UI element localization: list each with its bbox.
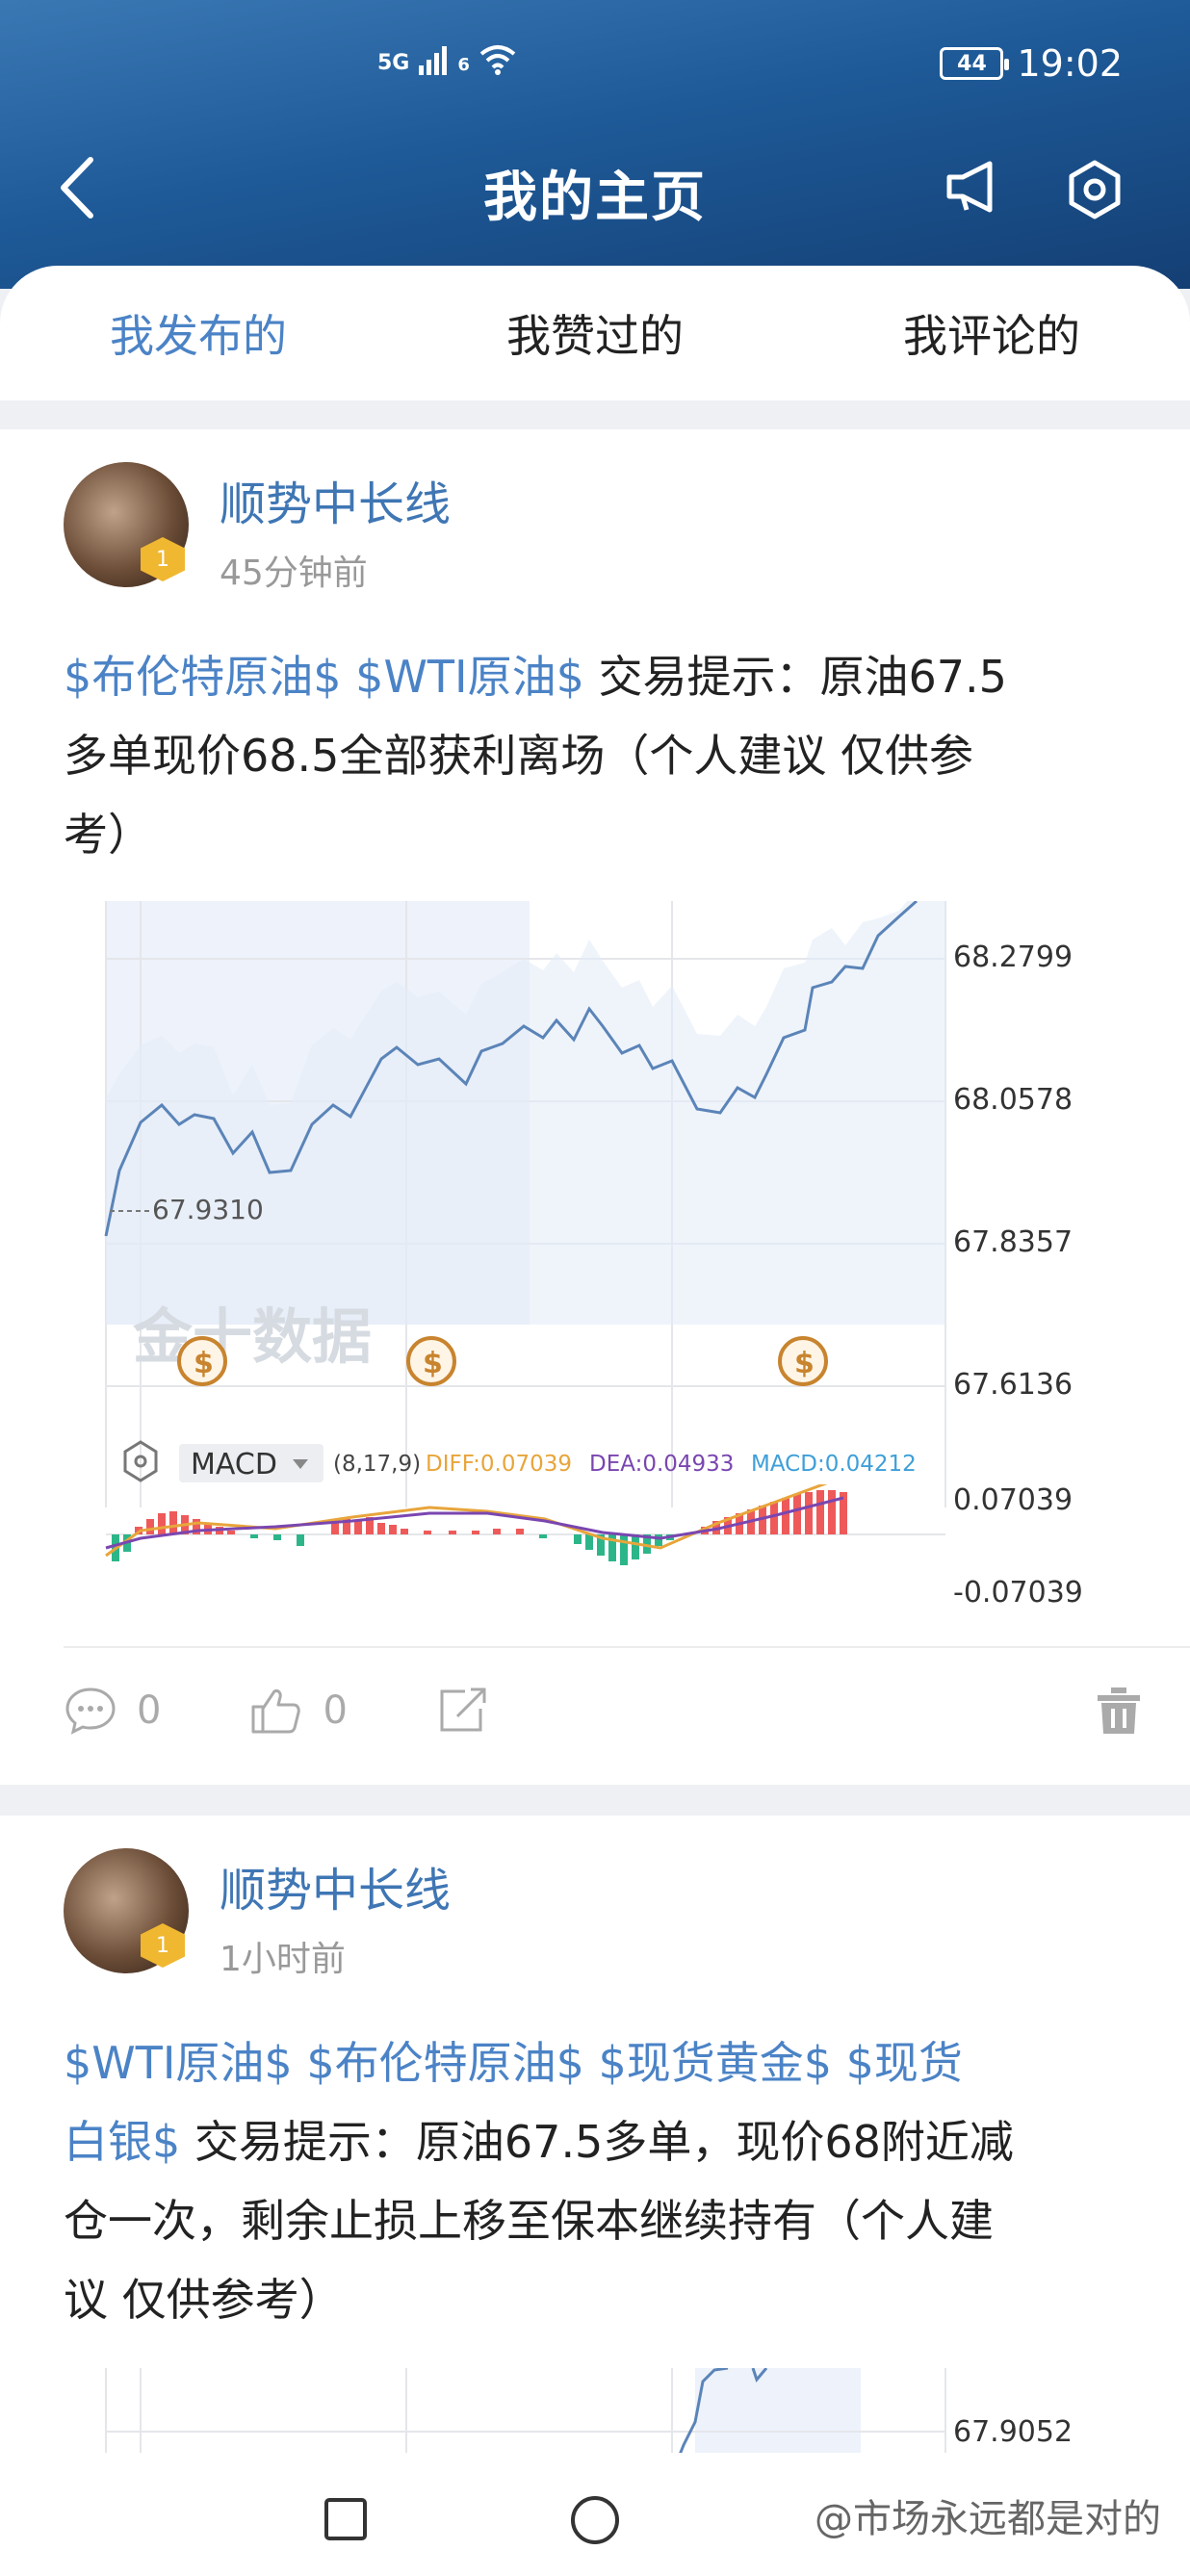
comment-button[interactable]: 0 [64,1686,161,1736]
comment-count: 0 [137,1688,162,1733]
price-axis-label: 67.6136 [953,1368,1073,1402]
post-card: 1 顺势中长线 45分钟前 $布伦特原油$ $WTI原油$ 交易提示：原油67.… [0,429,1190,1785]
topic-tag[interactable]: $WTI原油$ [64,2037,293,2089]
battery-indicator: 44 [940,47,1010,80]
clock: 19:02 [1017,42,1123,85]
page-title: 我的主页 [483,167,707,229]
status-bar: 5G 6 44 19:02 [0,39,1190,96]
post-text-line: 多单现价68.5全部获利离场（个人建议 仅供参 [64,730,974,782]
post-text-line: $布伦特原油$ $WTI原油$ 交易提示：原油67.5 [64,637,1142,716]
macd-dea: DEA:0.04933 [589,1452,734,1477]
post-time: 1小时前 [220,1940,346,1979]
comment-icon [65,1687,116,1735]
price-axis-label: 68.0578 [953,1083,1073,1117]
post-text: $布伦特原油$ $WTI原油$ 交易提示：原油67.5 多单现价68.5全部获利… [64,637,1142,874]
delete-icon[interactable] [1096,1686,1142,1736]
price-chart[interactable]: 67.9052 [64,2368,1142,2464]
post-time: 45分钟前 [220,554,368,593]
network-label: 5G [377,51,410,75]
share-button[interactable] [436,1686,490,1736]
like-button[interactable]: 0 [249,1686,348,1736]
svg-text:$: $ [194,1347,214,1380]
macd-diff: DIFF:0.07039 [426,1452,572,1477]
battery-level: 44 [957,51,987,76]
macd-params: (8,17,9) [333,1452,421,1477]
tab-my-posts[interactable]: 我发布的 [0,266,397,400]
post-text-line: 考） [64,809,152,861]
macd-label: MACD [191,1448,277,1481]
signal-icon [419,46,448,75]
share-icon [440,1687,486,1732]
svg-text:$: $ [423,1347,443,1380]
topic-tag[interactable]: $现货 [846,2037,963,2089]
post-text-line: 议 仅供参考） [64,2274,344,2326]
post-body: 交易提示：原油67.5多单，现价68附近减 [194,2116,1014,2168]
nav-bar: 我的主页 [0,144,1190,231]
post-text-line: 仓一次，剩余止损上移至保本继续持有（个人建 [64,2195,994,2247]
tab-liked[interactable]: 我赞过的 [397,266,793,400]
macd-axis-label: -0.07039 [953,1576,1083,1610]
post-text: $WTI原油$ $布伦特原油$ $现货黄金$ $现货 白银$ 交易提示：原油67… [64,2023,1142,2339]
post-actions: 0 0 [64,1677,1142,1744]
app-header: 5G 6 44 19:02 我的主页 [0,0,1190,289]
topic-tag[interactable]: $WTI原油$ [355,651,584,703]
diff-line [105,1484,828,1558]
tab-bar: 我发布的 我赞过的 我评论的 [0,266,1190,400]
topic-tag[interactable]: $现货黄金$ [598,2037,832,2089]
svg-text:$: $ [794,1347,815,1380]
topic-tag[interactable]: 白银$ [64,2116,180,2168]
price-axis-label: 67.8357 [953,1225,1073,1259]
chart-watermark: 金十数据 [132,1301,372,1372]
macd-chart: 0.07039 -0.07039 [105,1484,1083,1610]
username[interactable]: 顺势中长线 [220,466,451,533]
weibo-watermark: @市场永远都是对的 [815,2497,1161,2541]
tab-commented[interactable]: 我评论的 [793,266,1190,400]
username[interactable]: 顺势中长线 [220,1852,451,1919]
macd-value: MACD:0.04212 [751,1452,917,1477]
post-card: 1 顺势中长线 1小时前 $WTI原油$ $布伦特原油$ $现货黄金$ $现货 … [0,1816,1190,2489]
wifi-label: 6 [457,55,470,75]
topic-tag[interactable]: $布伦特原油$ [64,651,342,703]
home-icon[interactable] [570,2495,620,2545]
price-axis-label: 67.9052 [953,2415,1073,2449]
topic-tag[interactable]: $布伦特原油$ [306,2037,584,2089]
price-chart[interactable]: 67.9310 金十数据 $ $ $ 68.2799 68.0578 67.83… [64,901,1142,1507]
thumbs-up-icon [251,1689,301,1734]
recent-apps-icon[interactable] [323,2497,368,2541]
chart-highlight [695,2368,861,2464]
macd-histogram [112,1490,847,1565]
like-count: 0 [323,1688,348,1733]
ref-price-label: 67.9310 [152,1194,264,1225]
megaphone-icon[interactable] [944,160,1003,218]
divider [64,1646,1190,1648]
post-body: 交易提示：原油67.5 [598,651,1007,703]
event-marker-icon[interactable]: $ [177,1336,227,1386]
event-marker-icon[interactable]: $ [778,1336,828,1386]
wifi-icon [479,45,516,75]
price-axis-label: 68.2799 [953,940,1073,974]
post-text-line: 白银$ 交易提示：原油67.5多单，现价68附近减 [64,2102,1142,2181]
macd-axis-label: 0.07039 [953,1484,1073,1517]
settings-icon[interactable] [1065,160,1125,223]
signal-indicator: 5G 6 [377,44,516,75]
post-text-line: $WTI原油$ $布伦特原油$ $现货黄金$ $现货 [64,2023,1142,2102]
event-marker-icon[interactable]: $ [406,1336,456,1386]
